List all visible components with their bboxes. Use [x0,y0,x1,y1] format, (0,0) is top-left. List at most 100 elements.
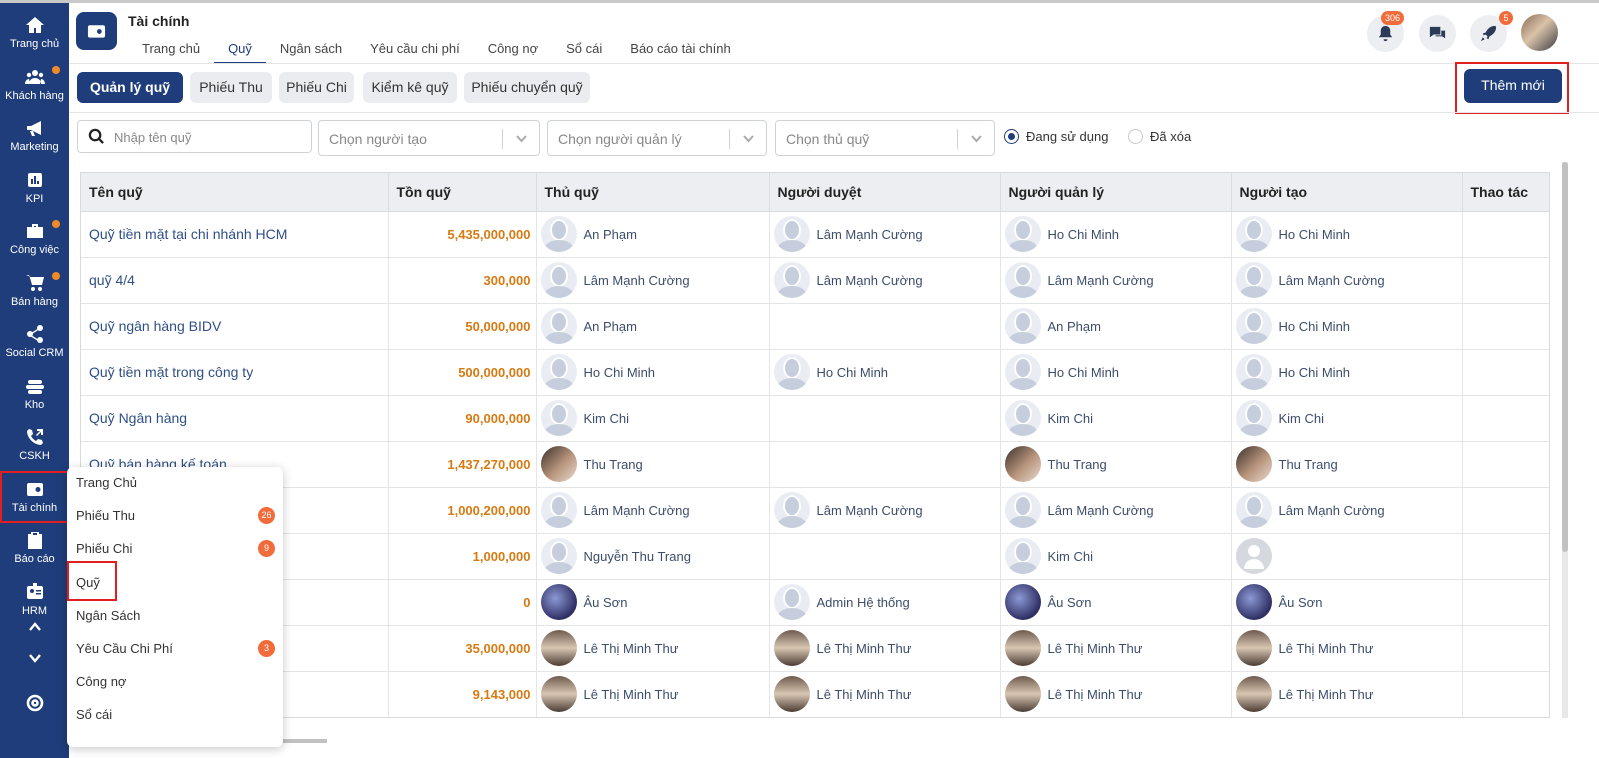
sidebar-item-7[interactable]: Kho [0,368,69,420]
table-row[interactable]: Quỹ tiền mặt trong công ty 500,000,000 Ho … [81,349,1549,396]
sidebar-item-1[interactable]: Khách hàng [0,59,69,111]
table-row[interactable]: quỹ 4/4 300,000 Lâm Mạnh Cường Lâm Mạnh Cườ… [81,257,1549,304]
popup-menu-item-1[interactable]: Phiếu Thu [76,508,135,528]
row-actions[interactable] [1462,625,1549,672]
subtab-4[interactable]: Phiếu chuyển quỹ [464,72,590,103]
support-lifebuoy-icon[interactable] [0,693,69,717]
table-row[interactable]: Quỹ bán hàng kế toán 1,437,270,000 Thu Tra… [81,441,1549,488]
fund-balance: 50,000,000 [388,303,537,350]
treasurer-select[interactable]: Chọn thủ quỹ [775,120,995,156]
row-actions[interactable] [1462,441,1549,488]
tab-3[interactable]: Yêu cầu chi phí [356,40,474,64]
fund-balance: 1,000,000 [388,533,537,580]
radio-circle[interactable] [1128,129,1143,144]
user-avatar[interactable] [1521,14,1558,51]
sidebar-item-8[interactable]: CSKH [0,419,69,471]
scrollbar-thumb[interactable] [1562,162,1568,552]
manager-select[interactable]: Chọn người quản lý [547,120,767,156]
sidebar-item-11[interactable]: HRM [0,574,69,626]
home-icon [0,15,69,37]
table-row[interactable]: 1,000,200,000 Lâm Mạnh Cường Lâm Mạnh Cườn… [81,487,1549,534]
tab-0[interactable]: Trang chủ [128,40,214,64]
popup-menu-item-6[interactable]: Công nợ [76,674,126,694]
person-cell: Thu Trang [1231,441,1463,488]
scroll-down-chevron-icon[interactable] [0,651,69,675]
add-new-button[interactable]: Thêm mới [1464,69,1562,103]
radio-deleted-funds[interactable]: Đã xóa [1128,128,1198,144]
column-header-4[interactable]: Người quản lý [1000,173,1232,212]
column-header-3[interactable]: Người duyệt [769,173,1001,212]
sidebar-item-label: Marketing [10,141,59,153]
table-row[interactable]: 9,143,000 Lê Thị Minh Thư Lê Thị Minh Thư L… [81,671,1549,717]
tab-4[interactable]: Công nợ [474,40,552,64]
fund-balance: 35,000,000 [388,625,537,672]
row-actions[interactable] [1462,211,1549,258]
subtab-3[interactable]: Kiểm kê quỹ [363,72,457,103]
rocket-icon [1480,25,1497,42]
person-cell: Âu Sơn [536,579,770,626]
subtab-0[interactable]: Quản lý quỹ [77,72,183,103]
subtab-2[interactable]: Phiếu Chi [279,72,354,103]
table-row[interactable]: Quỹ Ngân hàng 90,000,000 Kim Chi Kim Chi Kim… [81,395,1549,442]
row-actions[interactable] [1462,349,1549,396]
popup-menu-item-7[interactable]: Sổ cái [76,707,112,727]
column-header-5[interactable]: Người tạo [1231,173,1463,212]
person-name: Thu Trang [583,456,643,472]
table-row[interactable]: 0 Âu Sơn Admin Hệ thống Âu Sơn Âu Sơn [81,579,1549,626]
tab-6[interactable]: Báo cáo tài chính [616,40,744,64]
popup-menu-item-4[interactable]: Ngân Sách [76,608,140,628]
table-row[interactable]: 1,000,000 Nguyễn Thu Trang Kim Chi [81,533,1549,580]
radio-circle-selected[interactable] [1004,129,1019,144]
chevron-down-icon [516,135,527,143]
fund-balance: 500,000,000 [388,349,537,396]
column-header-1[interactable]: Tồn quỹ [388,173,537,212]
person-name: Lâm Mạnh Cường [816,272,923,288]
radio-active-funds[interactable]: Đang sử dụng [1004,128,1114,144]
fund-search-field[interactable] [77,120,312,153]
popup-menu-item-2[interactable]: Phiếu Chi [76,541,132,561]
row-actions[interactable] [1462,671,1549,717]
person-cell: Kim Chi [1231,395,1463,442]
table-row[interactable]: Quỹ ngân hàng BIDV 50,000,000 An Phạm An Ph… [81,303,1549,350]
sidebar-item-9[interactable]: Tài chính [0,470,69,523]
subtab-1[interactable]: Phiếu Thu [190,72,272,103]
column-header-0[interactable]: Tên quỹ [81,173,389,212]
sidebar-item-2[interactable]: Marketing [0,110,69,162]
table-row[interactable]: 35,000,000 Lê Thị Minh Thư Lê Thị Minh Thư… [81,625,1549,672]
person-cell [769,395,1001,442]
column-header-6[interactable]: Thao tác [1462,173,1549,212]
table-row[interactable]: Quỹ tiền mặt tại chi nhánh HCM 5,435,000,… [81,211,1549,258]
creator-select[interactable]: Chọn người tạo [318,120,540,156]
person-name: Ho Chi Minh [583,364,656,380]
row-actions[interactable] [1462,487,1549,534]
fund-name[interactable]: quỹ 4/4 [81,257,389,304]
popup-menu-item-5[interactable]: Yêu Cầu Chi Phí [76,641,173,661]
sidebar-item-4[interactable]: Công việc [0,213,69,265]
sidebar-item-5[interactable]: Bán hàng [0,265,69,317]
fund-name[interactable]: Quỹ tiền mặt tại chi nhánh HCM [81,211,389,258]
avatar [540,400,577,436]
fund-name[interactable]: Quỹ ngân hàng BIDV [81,303,389,350]
vertical-scrollbar[interactable] [1562,162,1568,718]
sidebar-item-6[interactable]: Social CRM [0,316,69,368]
row-actions[interactable] [1462,303,1549,350]
row-actions[interactable] [1462,533,1549,580]
tab-5[interactable]: Sổ cái [552,40,616,64]
megaphone-icon [0,118,69,140]
sidebar-item-3[interactable]: KPI [0,162,69,214]
fund-balance: 90,000,000 [388,395,537,442]
fund-name[interactable]: Quỹ tiền mặt trong công ty [81,349,389,396]
row-actions[interactable] [1462,395,1549,442]
sidebar-item-10[interactable]: Báo cáo [0,522,69,574]
fund-name[interactable]: Quỹ Ngân hàng [81,395,389,442]
chat-button[interactable] [1419,15,1456,52]
tab-2[interactable]: Ngân sách [266,40,356,64]
row-actions[interactable] [1462,579,1549,626]
fund-balance: 0 [388,579,537,626]
sidebar-item-0[interactable]: Trang chủ [0,7,69,59]
row-actions[interactable] [1462,257,1549,304]
popup-menu-item-0[interactable]: Trang Chủ [76,475,137,495]
fund-search-input[interactable] [114,127,304,147]
tab-1[interactable]: Quỹ [214,40,266,64]
column-header-2[interactable]: Thủ quỹ [536,173,770,212]
